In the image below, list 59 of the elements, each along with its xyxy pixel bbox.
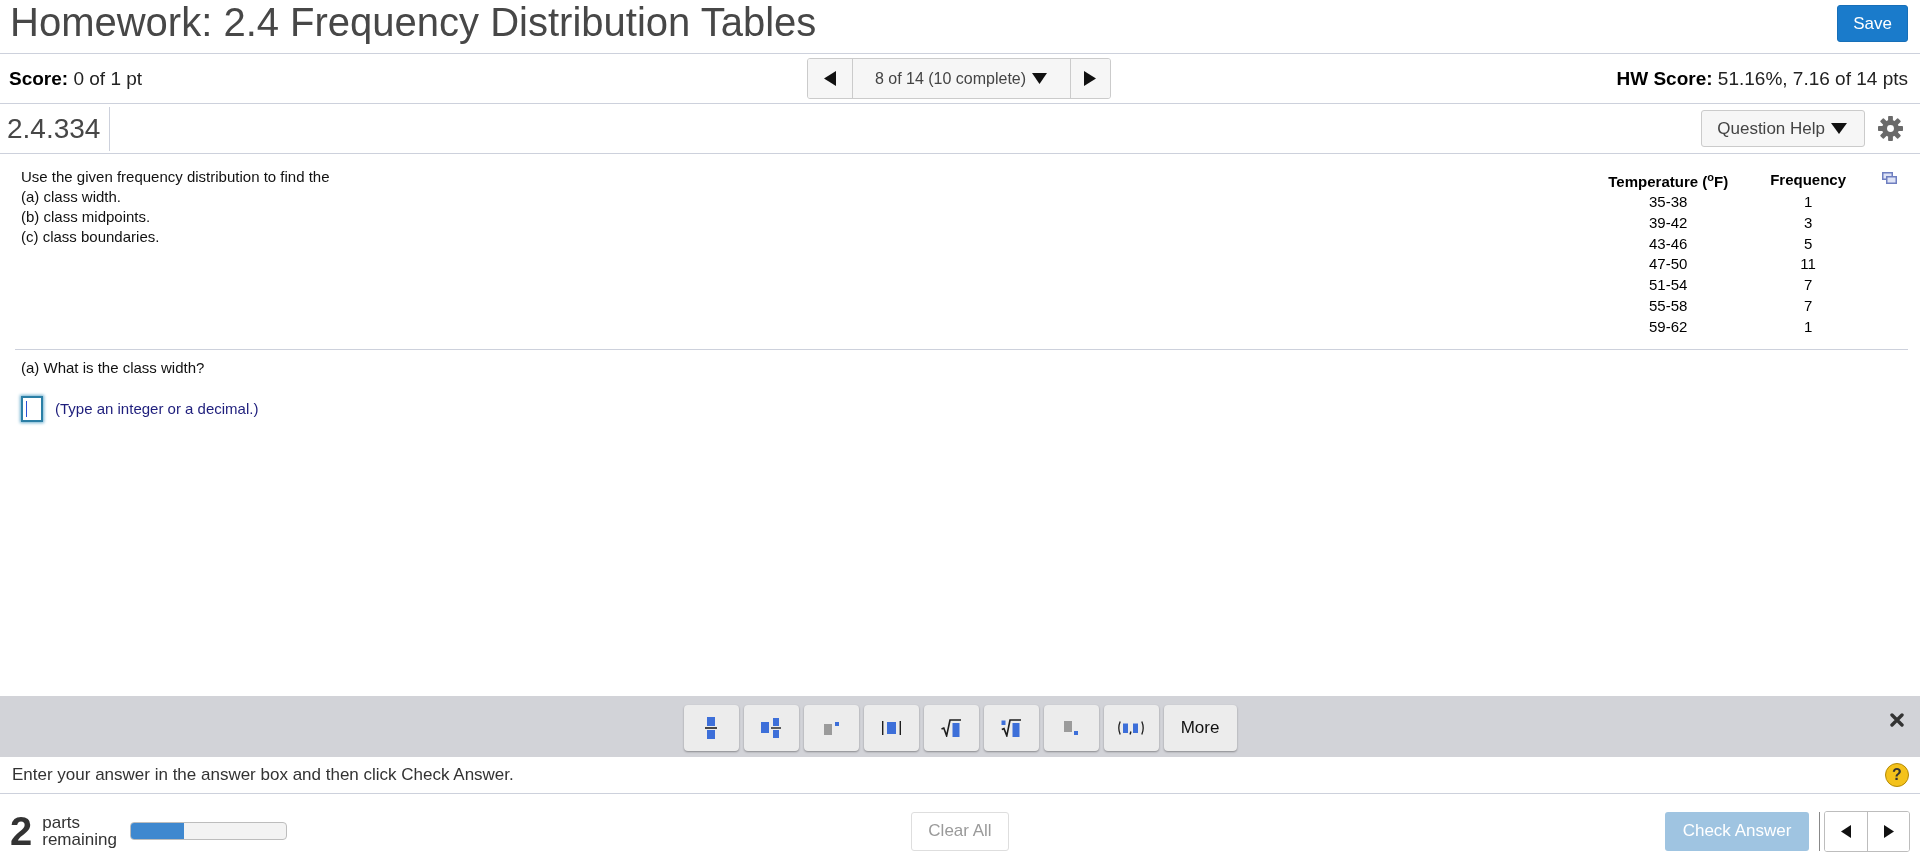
caret-down-icon[interactable] — [1831, 123, 1847, 134]
more-button[interactable]: More — [1163, 705, 1237, 751]
table-cell-text: 51-54 — [1648, 275, 1689, 296]
question-part-text: (a) What is the class width? — [21, 357, 206, 378]
nth-root-icon[interactable] — [1001, 719, 1021, 737]
question-text: (a) class width. — [21, 187, 123, 207]
fraction-icon[interactable] — [705, 717, 717, 739]
nth-root-button[interactable] — [983, 705, 1039, 751]
hw-score-text: HW Score: 51.16%, 7.16 of 14 pts — [1616, 67, 1908, 90]
table-cell-text: 3 — [1802, 212, 1814, 233]
question-text: (c) class boundaries. — [21, 227, 161, 247]
right-triangle-icon[interactable] — [1883, 824, 1894, 838]
overlapping-windows-icon[interactable] — [1882, 172, 1897, 184]
table-cell-text: 1 — [1802, 316, 1814, 337]
page-title: Homework: 2.4 Frequency Distribution Tables — [10, 2, 817, 42]
answer-box[interactable] — [21, 395, 43, 422]
table-cell-text: 55-58 — [1648, 296, 1689, 316]
instruction-text: Enter your answer in the answer box and then click Check Answer. — [12, 765, 514, 785]
next-button[interactable] — [1867, 811, 1909, 851]
question-text: Use the given frequency distribution to find the — [21, 167, 331, 187]
table-cell-text: 1 — [1802, 192, 1814, 212]
table-cell-text: 59-62 — [1648, 316, 1689, 337]
table-cell-text: 7 — [1802, 296, 1814, 316]
column-header: Frequency — [1769, 169, 1847, 190]
question-help-button[interactable]: Question Help — [1701, 110, 1865, 147]
table-cell-text: 5 — [1802, 233, 1814, 254]
absolute-value-button[interactable] — [863, 705, 919, 751]
next-question-button[interactable] — [1069, 59, 1110, 98]
close-icon[interactable] — [1890, 713, 1904, 727]
exponent-icon[interactable] — [823, 721, 839, 735]
parts-count: 2 — [10, 811, 33, 851]
settings-icon[interactable] — [1878, 116, 1903, 141]
table-cell-text: 47-50 — [1648, 254, 1689, 275]
ordered-pair-button[interactable] — [1103, 705, 1159, 751]
help-button[interactable]: ? — [1885, 763, 1909, 787]
table-cell-text: 43-46 — [1648, 233, 1689, 254]
table-cell-text: 39-42 — [1648, 212, 1689, 233]
table-cell-text: 7 — [1802, 275, 1814, 296]
score-text: Score: 0 of 1 pt — [9, 67, 144, 90]
absolute-value-icon[interactable] — [881, 721, 901, 735]
answer-hint: (Type an integer or a decimal.) — [55, 400, 259, 418]
square-root-button[interactable] — [923, 705, 979, 751]
left-triangle-icon[interactable] — [1841, 824, 1851, 838]
table-cell-text: 35-38 — [1648, 192, 1689, 212]
mixed-number-icon[interactable] — [761, 718, 781, 738]
parts-label: parts remaining — [42, 814, 117, 848]
right-triangle-icon[interactable] — [1084, 71, 1096, 86]
save-button[interactable]: Save — [1837, 5, 1908, 42]
square-root-icon[interactable] — [941, 719, 961, 737]
ordered-pair-icon[interactable] — [1117, 721, 1145, 735]
question-text: (b) class midpoints. — [21, 207, 152, 227]
mixed-number-button[interactable] — [743, 705, 799, 751]
subscript-icon[interactable] — [1064, 721, 1078, 735]
table-cell-text: 11 — [1799, 254, 1817, 275]
caret-down-icon[interactable] — [1032, 73, 1048, 84]
question-number: 2.4.334 — [7, 112, 101, 145]
fraction-button[interactable] — [683, 705, 739, 751]
left-triangle-icon[interactable] — [823, 71, 836, 86]
column-header: Temperature ($^{o}$F) — [1607, 170, 1730, 192]
